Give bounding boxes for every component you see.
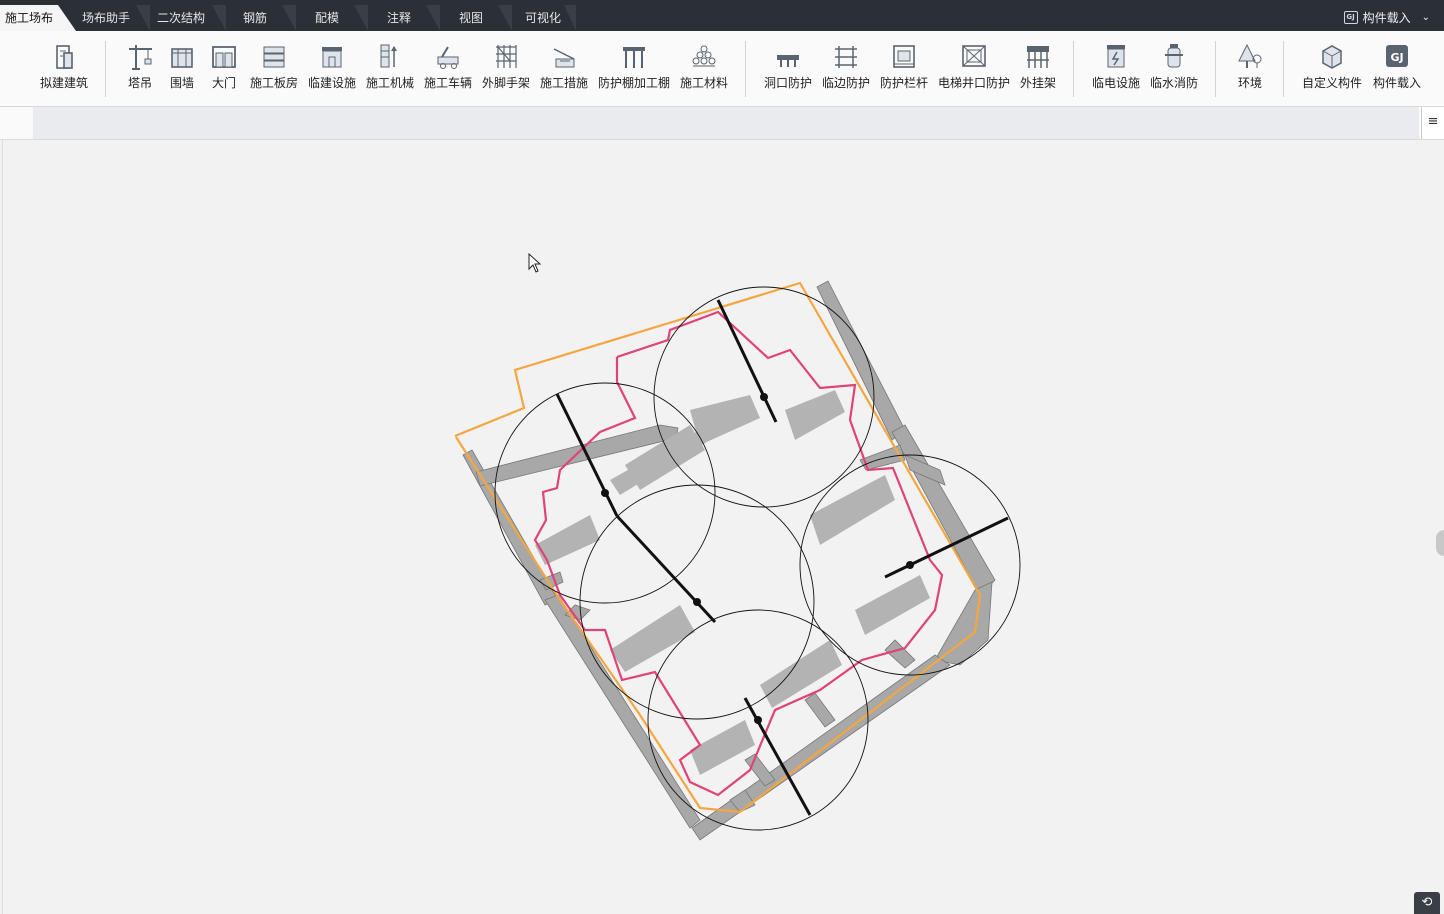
ribbon-separator: [1283, 41, 1284, 97]
part-load-icon: GJ: [1386, 45, 1408, 67]
reset-view-icon[interactable]: ⟲: [1414, 892, 1440, 914]
scaffold-icon: [496, 45, 517, 68]
edge-guard-icon: [835, 46, 857, 68]
ribbon-shed[interactable]: 防护棚加工棚: [596, 41, 672, 99]
ribbon-edge-guard[interactable]: 临边防护: [820, 41, 872, 99]
layer-strip: ≡: [0, 107, 1444, 140]
ribbon-separator: [105, 41, 106, 97]
svg-text:GJ: GJ: [1390, 51, 1403, 64]
ribbon-separator: [1073, 41, 1074, 97]
part-load-toplabel: 构件载入: [1362, 11, 1411, 25]
ribbon-hanging-frame[interactable]: 外挂架: [1016, 41, 1060, 99]
elevator-guard-icon: [962, 45, 986, 67]
road: [804, 692, 836, 728]
crane-pivot: [693, 598, 701, 606]
building: [810, 475, 895, 545]
gate-icon: [212, 46, 236, 68]
custom-part-icon: [1322, 45, 1342, 69]
ribbon-custom-part[interactable]: 自定义构件: [1300, 41, 1364, 99]
road: [891, 424, 996, 596]
crane-jibs: [555, 299, 1009, 816]
building: [690, 720, 755, 775]
ribbon-measure[interactable]: 施工措施: [538, 41, 590, 99]
site-plan-drawing: [454, 280, 1021, 841]
crane-pivot: [601, 489, 609, 497]
tab-separators: [136, 5, 576, 31]
site-boundary-outer: [454, 281, 982, 814]
temp-facility-icon: [322, 47, 342, 68]
menu-icon[interactable]: ≡: [1421, 107, 1444, 139]
crane-pivot: [754, 716, 762, 724]
building: [610, 605, 695, 672]
side-panel-handle[interactable]: [1436, 530, 1444, 556]
ribbon-elevator-guard[interactable]: 电梯井口防护: [936, 41, 1012, 99]
ribbon-environment[interactable]: 环境: [1232, 41, 1268, 99]
chevron-down-icon: ⌄: [1421, 12, 1430, 23]
ribbon-part-load[interactable]: GJ 构件载入: [1370, 41, 1424, 99]
ribbon-tower-crane[interactable]: 塔吊: [122, 41, 158, 99]
canvas-left-border: [2, 140, 3, 914]
building: [855, 575, 930, 635]
road: [934, 581, 993, 666]
machinery-icon: [380, 44, 397, 68]
ribbon-temp-facility[interactable]: 临建设施: [306, 41, 358, 99]
ribbon-material[interactable]: 施工材料: [678, 41, 730, 99]
crane-radius-circles: [494, 286, 1021, 831]
crane-pivot: [906, 561, 914, 569]
shed-icon: [623, 47, 645, 68]
drawing-canvas[interactable]: [0, 140, 1444, 914]
mouse-cursor-icon: [528, 253, 542, 273]
ribbon-gate[interactable]: 大门: [206, 41, 242, 99]
layer-strip-area: [33, 107, 1419, 139]
ribbon-machinery[interactable]: 施工机械: [364, 41, 416, 99]
tab-layout-assistant[interactable]: 场布助手: [76, 5, 136, 31]
board-house-icon: [263, 46, 285, 68]
hydrant-icon: [1165, 44, 1183, 68]
ribbon-vehicle[interactable]: 施工车辆: [422, 41, 474, 99]
crane-pivot: [760, 393, 768, 401]
ribbon-power[interactable]: 临电设施: [1090, 41, 1142, 99]
material-icon: [692, 45, 716, 67]
ribbon-opening-guard[interactable]: 洞口防护: [762, 41, 814, 99]
ribbon-wall[interactable]: 围墙: [164, 41, 200, 99]
tower-crane-icon: [129, 45, 152, 70]
tab-corner: [58, 5, 76, 31]
vehicle-icon: [437, 46, 459, 69]
opening-guard-icon: [777, 55, 799, 67]
tab-site-layout[interactable]: 施工场布: [0, 5, 58, 31]
building: [690, 395, 760, 445]
tree-icon: [1238, 43, 1262, 68]
power-icon: [1107, 45, 1125, 68]
measure-icon: [553, 48, 575, 68]
tab-bar: 施工场布 场布助手 二次结构 钢筋 配模 注释 视图 可视化 GJ 构件载入 ⌄: [0, 0, 1444, 31]
ribbon-railing[interactable]: 防护栏杆: [878, 41, 930, 99]
hanging-frame-icon: [1027, 46, 1049, 68]
road: [884, 639, 916, 669]
building-icon: [56, 45, 73, 69]
ribbon-proposed-building[interactable]: 拟建建筑: [36, 41, 92, 99]
gj-icon: GJ: [1343, 11, 1358, 24]
building: [785, 390, 845, 440]
ribbon-separator: [1215, 41, 1216, 97]
ribbon-toolbar: 拟建建筑 塔吊 围墙 大门 施工板房 临建设施 施工机械 施工车辆 外脚手架 施…: [0, 31, 1444, 107]
railing-icon: [893, 45, 915, 68]
ribbon-separator: [745, 41, 746, 97]
ribbon-hydrant[interactable]: 临水消防: [1148, 41, 1200, 99]
crane-jib: [615, 514, 717, 624]
wall-icon: [171, 48, 193, 68]
part-load-topbutton[interactable]: GJ 构件载入 ⌄: [1343, 9, 1430, 26]
ribbon-board-house[interactable]: 施工板房: [248, 41, 300, 99]
ribbon-scaffold[interactable]: 外脚手架: [480, 41, 532, 99]
